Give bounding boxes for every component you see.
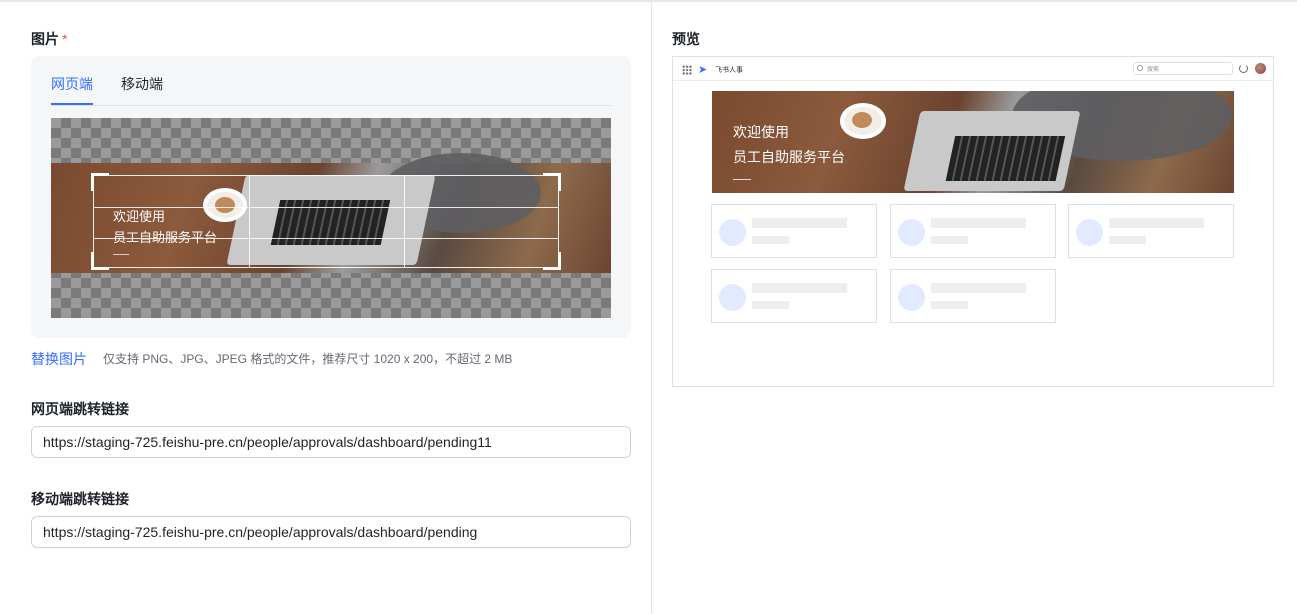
image-editor-card: 网页端 移动端 欢迎使用 员工自助服务平台: [31, 56, 631, 338]
skeleton-card: [1068, 204, 1234, 258]
panel-divider: [651, 2, 652, 614]
preview-search-placeholder: 搜索: [1147, 67, 1160, 73]
image-field-label: 图片 *: [31, 29, 67, 49]
upload-hint: 仅支持 PNG、JPG、JPEG 格式的文件，推荐尺寸 1020 x 200，不…: [103, 352, 513, 366]
skeleton-card: [890, 269, 1056, 323]
avatar: [1255, 63, 1266, 74]
preview-banner: 欢迎使用 员工自助服务平台: [712, 91, 1234, 193]
replace-image-link[interactable]: 替换图片: [31, 349, 87, 369]
photo-coffee-cup: [840, 103, 886, 139]
skeleton-card: [711, 204, 877, 258]
crop-handle-bottom-left[interactable]: [91, 252, 109, 270]
crop-grid-line: [94, 207, 558, 208]
preview-search-box: 搜索: [1133, 62, 1233, 75]
web-link-label: 网页端跳转链接: [31, 401, 129, 417]
apps-grid-icon: [682, 65, 692, 75]
image-crop-canvas[interactable]: 欢迎使用 员工自助服务平台: [51, 118, 611, 318]
crop-handle-top-right[interactable]: [543, 173, 561, 191]
search-icon: [1137, 65, 1143, 71]
banner-dash: [733, 179, 751, 180]
crop-grid-line: [94, 238, 558, 239]
crop-frame[interactable]: [91, 173, 561, 270]
preview-frame: ➤ 飞书人事 搜索 欢迎使用 员工自助服务平台: [672, 56, 1274, 387]
image-label-text: 图片: [31, 31, 59, 47]
top-border: [0, 0, 1297, 2]
preview-banner-welcome: 欢迎使用: [733, 124, 789, 140]
skeleton-card: [890, 204, 1056, 258]
preview-app-name: 飞书人事: [715, 67, 743, 74]
web-link-input[interactable]: [31, 426, 631, 458]
crop-grid-line: [249, 176, 250, 267]
preview-topbar: ➤ 飞书人事 搜索: [673, 57, 1273, 81]
required-mark: *: [62, 31, 68, 47]
crop-grid-line: [404, 176, 405, 267]
skeleton-card: [711, 269, 877, 323]
mobile-link-label: 移动端跳转链接: [31, 491, 129, 507]
feishu-logo-icon: ➤: [698, 64, 708, 76]
tab-mobile[interactable]: 移动端: [121, 74, 163, 94]
refresh-icon: [1239, 64, 1248, 73]
platform-tabs: 网页端 移动端: [51, 56, 611, 106]
crop-handle-top-left[interactable]: [91, 173, 109, 191]
crop-handle-bottom-right[interactable]: [543, 252, 561, 270]
tab-web[interactable]: 网页端: [51, 74, 93, 94]
preview-label: 预览: [672, 31, 700, 47]
preview-banner-platform: 员工自助服务平台: [733, 149, 845, 165]
photo-laptop: [903, 111, 1081, 191]
mobile-link-input[interactable]: [31, 516, 631, 548]
active-tab-indicator: [51, 103, 93, 105]
